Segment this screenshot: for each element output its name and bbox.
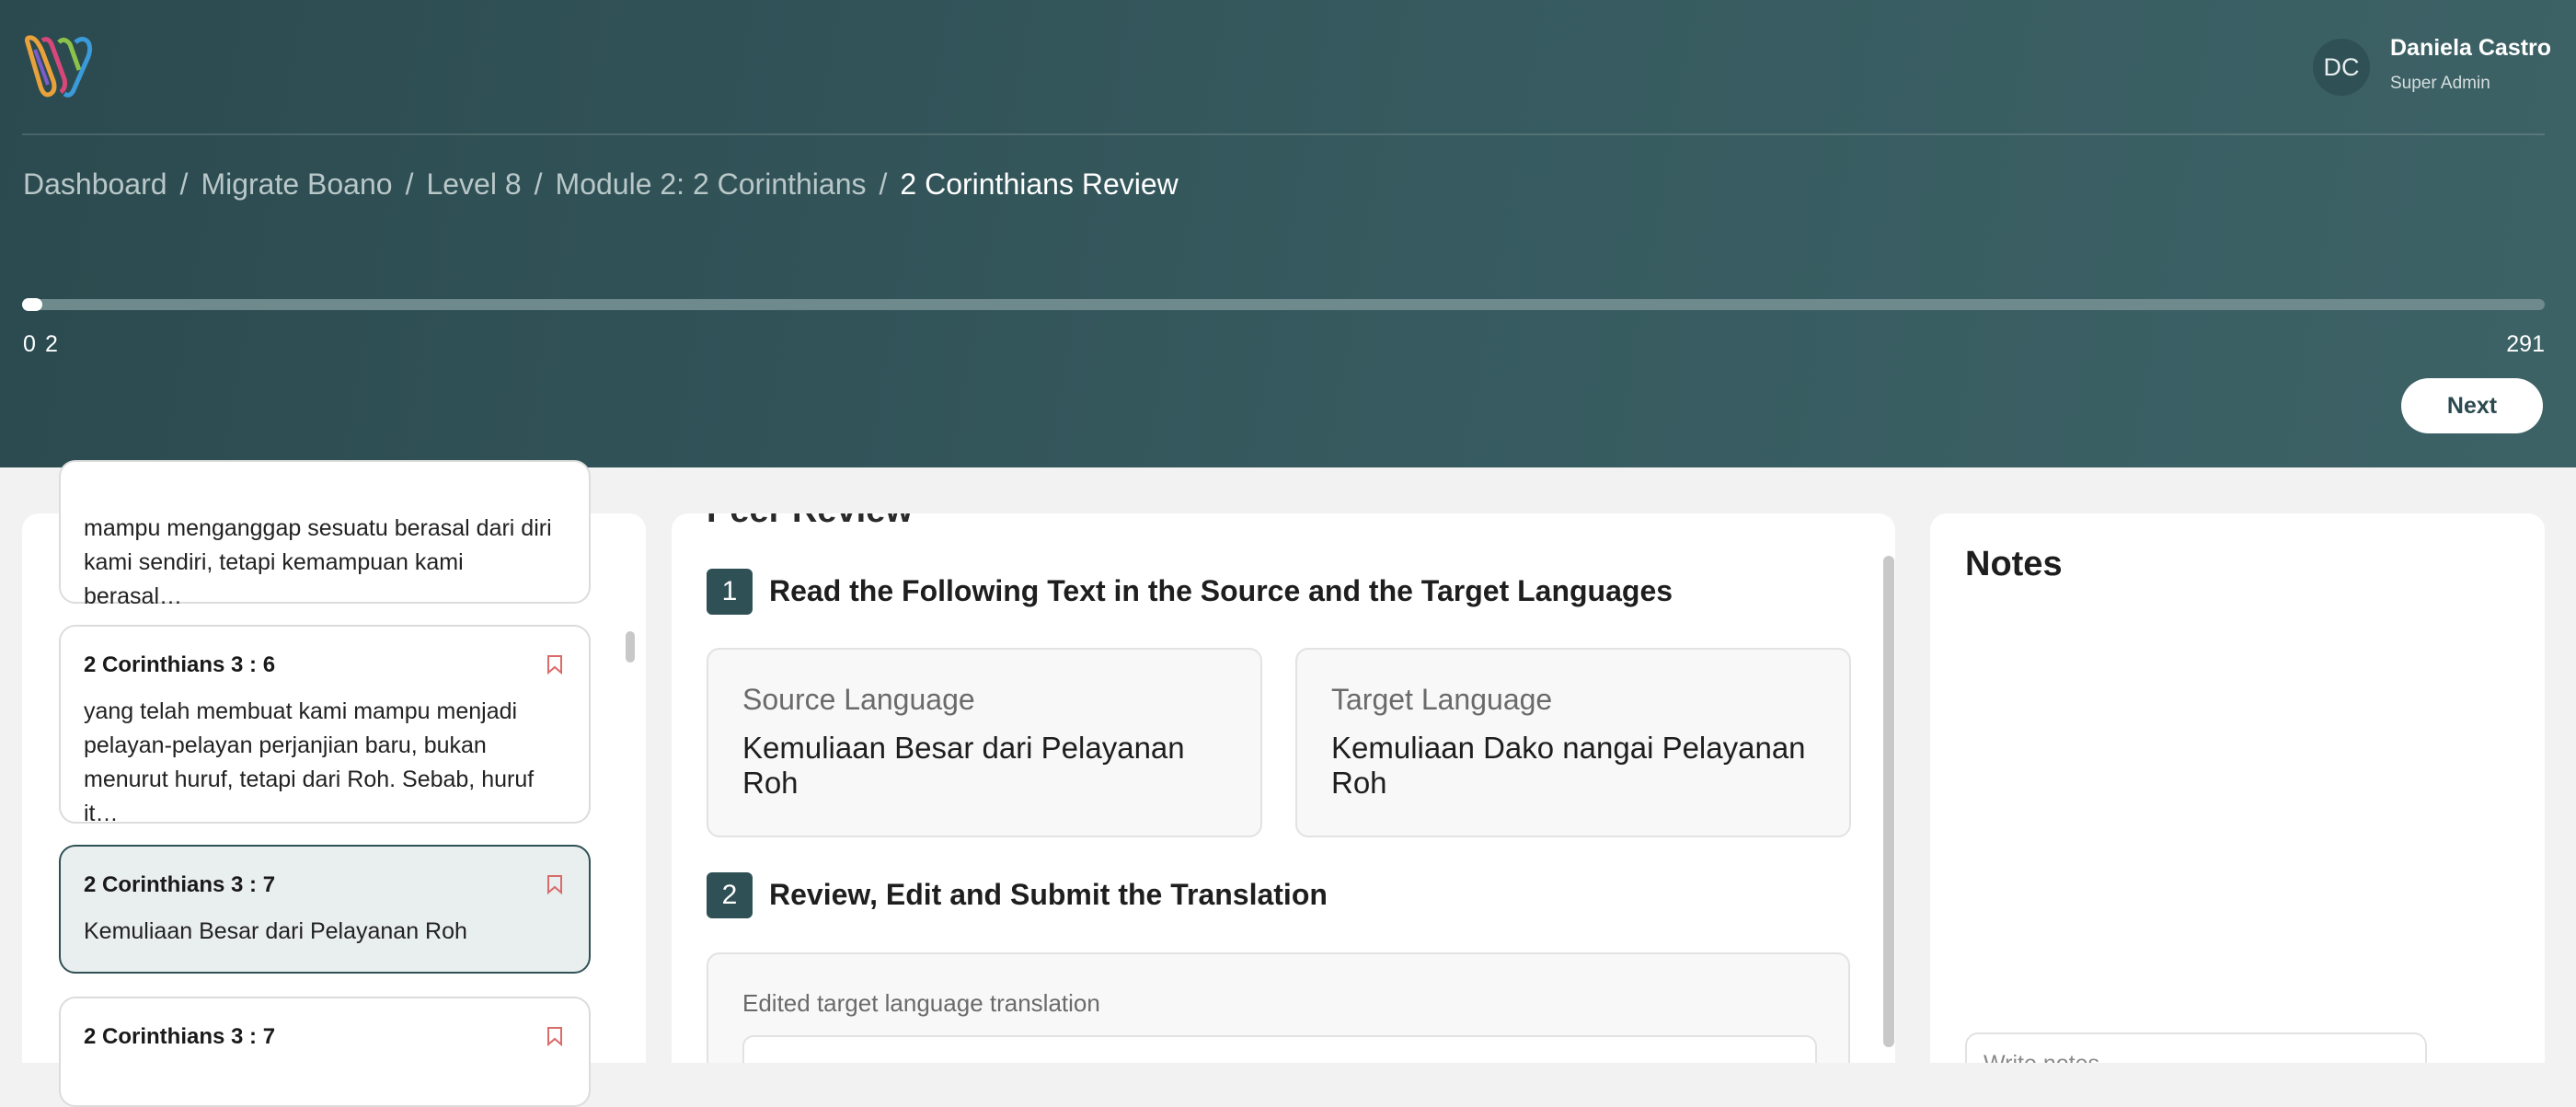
- next-button[interactable]: Next: [2401, 378, 2543, 433]
- breadcrumb-separator: /: [405, 167, 414, 201]
- breadcrumb: Dashboard / Migrate Boano / Level 8 / Mo…: [23, 167, 1179, 202]
- user-role: Super Admin: [2390, 74, 2490, 93]
- source-language-label: Source Language: [742, 683, 975, 716]
- app-logo-icon[interactable]: [22, 33, 98, 101]
- breadcrumb-module[interactable]: Module 2: 2 Corinthians: [556, 167, 867, 202]
- verse-card[interactable]: 2 Corinthians 3 : 7: [59, 997, 591, 1107]
- verse-card[interactable]: mampu menganggap sesuatu berasal dari di…: [59, 460, 591, 609]
- notes-input[interactable]: Write notes...: [1965, 1032, 2427, 1063]
- breadcrumb-separator: /: [534, 167, 543, 201]
- verse-text: yang telah membuat kami mampu menjadi pe…: [84, 698, 535, 826]
- progress-min-value: 0: [23, 331, 36, 357]
- page-title: Peer Review: [707, 513, 913, 531]
- breadcrumb-level[interactable]: Level 8: [426, 167, 521, 202]
- verse-text: mampu menganggap sesuatu berasal dari di…: [84, 515, 552, 609]
- header-divider: [22, 133, 2545, 135]
- breadcrumb-separator: /: [179, 167, 189, 201]
- progress-bar[interactable]: [23, 299, 2545, 310]
- target-language-text: Kemuliaan Dako nangai Pelayanan Roh: [1331, 731, 1806, 800]
- source-language-text: Kemuliaan Besar dari Pelayanan Roh: [742, 731, 1185, 800]
- progress-max-value: 291: [2506, 331, 2545, 357]
- target-language-box: Target Language Kemuliaan Dako nangai Pe…: [1295, 648, 1851, 837]
- verse-list-scrollbar[interactable]: [626, 631, 635, 663]
- bookmark-icon[interactable]: [546, 654, 563, 675]
- step-1-badge: 1: [707, 569, 753, 615]
- breadcrumb-dashboard[interactable]: Dashboard: [23, 167, 167, 202]
- source-language-box: Source Language Kemuliaan Besar dari Pel…: [707, 648, 1262, 837]
- progress-current-value: 2: [45, 331, 58, 357]
- notes-placeholder: Write notes...: [1984, 1051, 2119, 1063]
- bookmark-icon[interactable]: [546, 1026, 563, 1046]
- review-scrollbar[interactable]: [1883, 556, 1894, 1047]
- breadcrumb-current: 2 Corinthians Review: [900, 167, 1179, 201]
- verse-card-selected[interactable]: 2 Corinthians 3 : 7 Kemuliaan Besar dari…: [59, 845, 591, 974]
- breadcrumb-separator: /: [879, 167, 888, 201]
- progress-handle[interactable]: [22, 298, 42, 311]
- breadcrumb-project[interactable]: Migrate Boano: [201, 167, 392, 202]
- edit-translation-label: Edited target language translation: [742, 989, 1100, 1017]
- user-avatar[interactable]: DC: [2313, 39, 2370, 96]
- target-language-label: Target Language: [1331, 683, 1553, 716]
- verse-reference: 2 Corinthians 3 : 7: [84, 1024, 276, 1049]
- top-header: DC Daniela Castro Super Admin Dashboard …: [0, 0, 2576, 467]
- verse-reference: 2 Corinthians 3 : 6: [84, 652, 276, 677]
- peer-review-panel: Peer Review 1 Read the Following Text in…: [672, 513, 1895, 1063]
- bookmark-icon[interactable]: [546, 874, 563, 894]
- notes-panel: Notes Write notes...: [1930, 513, 2545, 1063]
- verse-reference: 2 Corinthians 3 : 7: [84, 872, 276, 897]
- edit-translation-box: Edited target language translation: [707, 952, 1850, 1063]
- step-2-badge: 2: [707, 872, 753, 918]
- verse-text: Kemuliaan Besar dari Pelayanan Roh: [84, 918, 467, 944]
- verse-card[interactable]: 2 Corinthians 3 : 6 yang telah membuat k…: [59, 625, 591, 826]
- edit-translation-input[interactable]: [742, 1035, 1817, 1063]
- step-1-title: Read the Following Text in the Source an…: [769, 574, 1673, 607]
- user-name: Daniela Castro: [2390, 35, 2552, 61]
- step-2-title: Review, Edit and Submit the Translation: [769, 878, 1328, 911]
- notes-title: Notes: [1965, 545, 2063, 583]
